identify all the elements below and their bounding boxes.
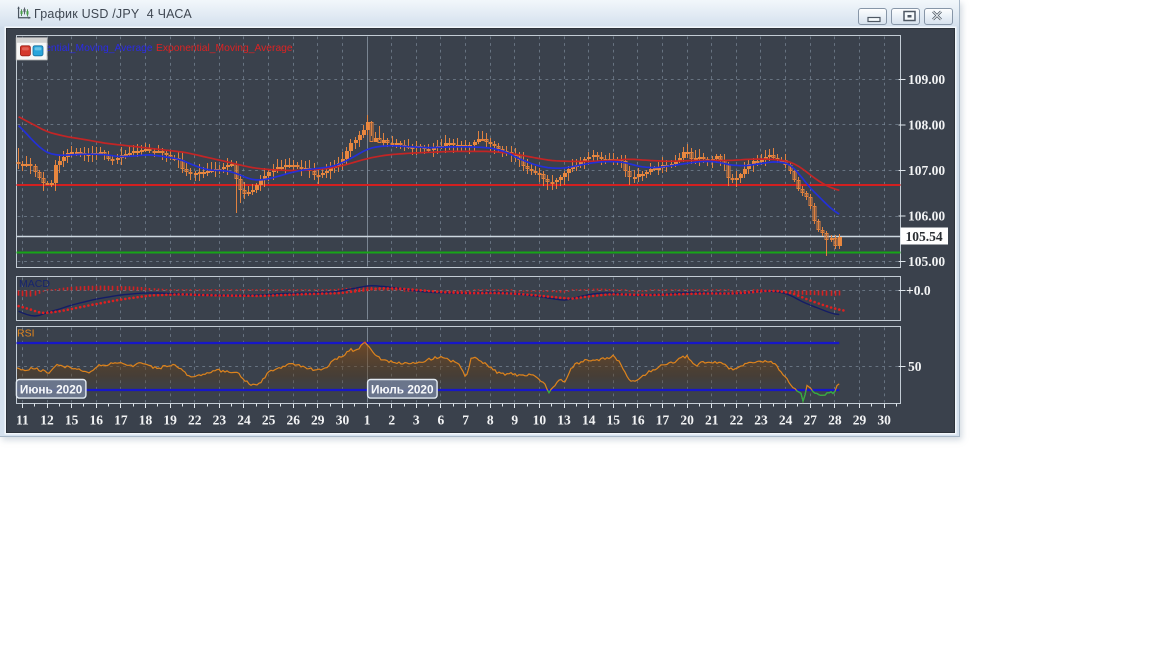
svg-text:27: 27 <box>803 413 817 428</box>
svg-text:+0.0: +0.0 <box>906 283 931 298</box>
svg-text:23: 23 <box>754 413 768 428</box>
svg-text:24: 24 <box>779 413 793 428</box>
svg-text:6: 6 <box>438 413 445 428</box>
svg-text:28: 28 <box>828 413 842 428</box>
svg-text:9: 9 <box>511 413 518 428</box>
svg-text:14: 14 <box>582 413 596 428</box>
svg-text:1: 1 <box>364 413 371 428</box>
svg-text:18: 18 <box>139 413 153 428</box>
svg-text:15: 15 <box>607 413 621 428</box>
svg-text:7: 7 <box>462 413 469 428</box>
svg-text:29: 29 <box>311 413 325 428</box>
svg-text:17: 17 <box>114 413 128 428</box>
svg-text:106.00: 106.00 <box>908 209 945 224</box>
svg-text:19: 19 <box>163 413 177 428</box>
svg-text:15: 15 <box>65 413 79 428</box>
svg-text:8: 8 <box>487 413 494 428</box>
svg-text:105.54: 105.54 <box>905 229 942 244</box>
svg-text:30: 30 <box>877 413 891 428</box>
svg-text:20: 20 <box>680 413 694 428</box>
svg-text:105.00: 105.00 <box>908 254 945 269</box>
svg-text:17: 17 <box>656 413 670 428</box>
svg-text:3: 3 <box>413 413 420 428</box>
svg-text:107.00: 107.00 <box>908 163 945 178</box>
svg-text:23: 23 <box>213 413 227 428</box>
svg-text:2: 2 <box>388 413 395 428</box>
svg-text:26: 26 <box>286 413 300 428</box>
svg-text:24: 24 <box>237 413 251 428</box>
svg-text:10: 10 <box>533 413 547 428</box>
svg-text:Exponential_Moving_Average: Exponential_Moving_Average <box>156 43 293 54</box>
svg-text:Июль 2020: Июль 2020 <box>371 382 434 396</box>
svg-text:50: 50 <box>908 359 922 374</box>
svg-text:22: 22 <box>188 413 202 428</box>
svg-text:25: 25 <box>262 413 276 428</box>
svg-text:16: 16 <box>631 413 645 428</box>
svg-text:RSI: RSI <box>17 328 35 340</box>
svg-text:MACD: MACD <box>19 278 50 290</box>
svg-text:21: 21 <box>705 413 719 428</box>
svg-text:108.00: 108.00 <box>908 118 945 133</box>
svg-text:16: 16 <box>90 413 104 428</box>
svg-text:13: 13 <box>557 413 571 428</box>
svg-text:Июнь 2020: Июнь 2020 <box>20 382 83 396</box>
svg-text:22: 22 <box>730 413 744 428</box>
svg-text:30: 30 <box>336 413 350 428</box>
svg-text:109.00: 109.00 <box>908 72 945 87</box>
svg-text:12: 12 <box>40 413 54 428</box>
svg-text:29: 29 <box>853 413 867 428</box>
svg-text:11: 11 <box>16 413 29 428</box>
